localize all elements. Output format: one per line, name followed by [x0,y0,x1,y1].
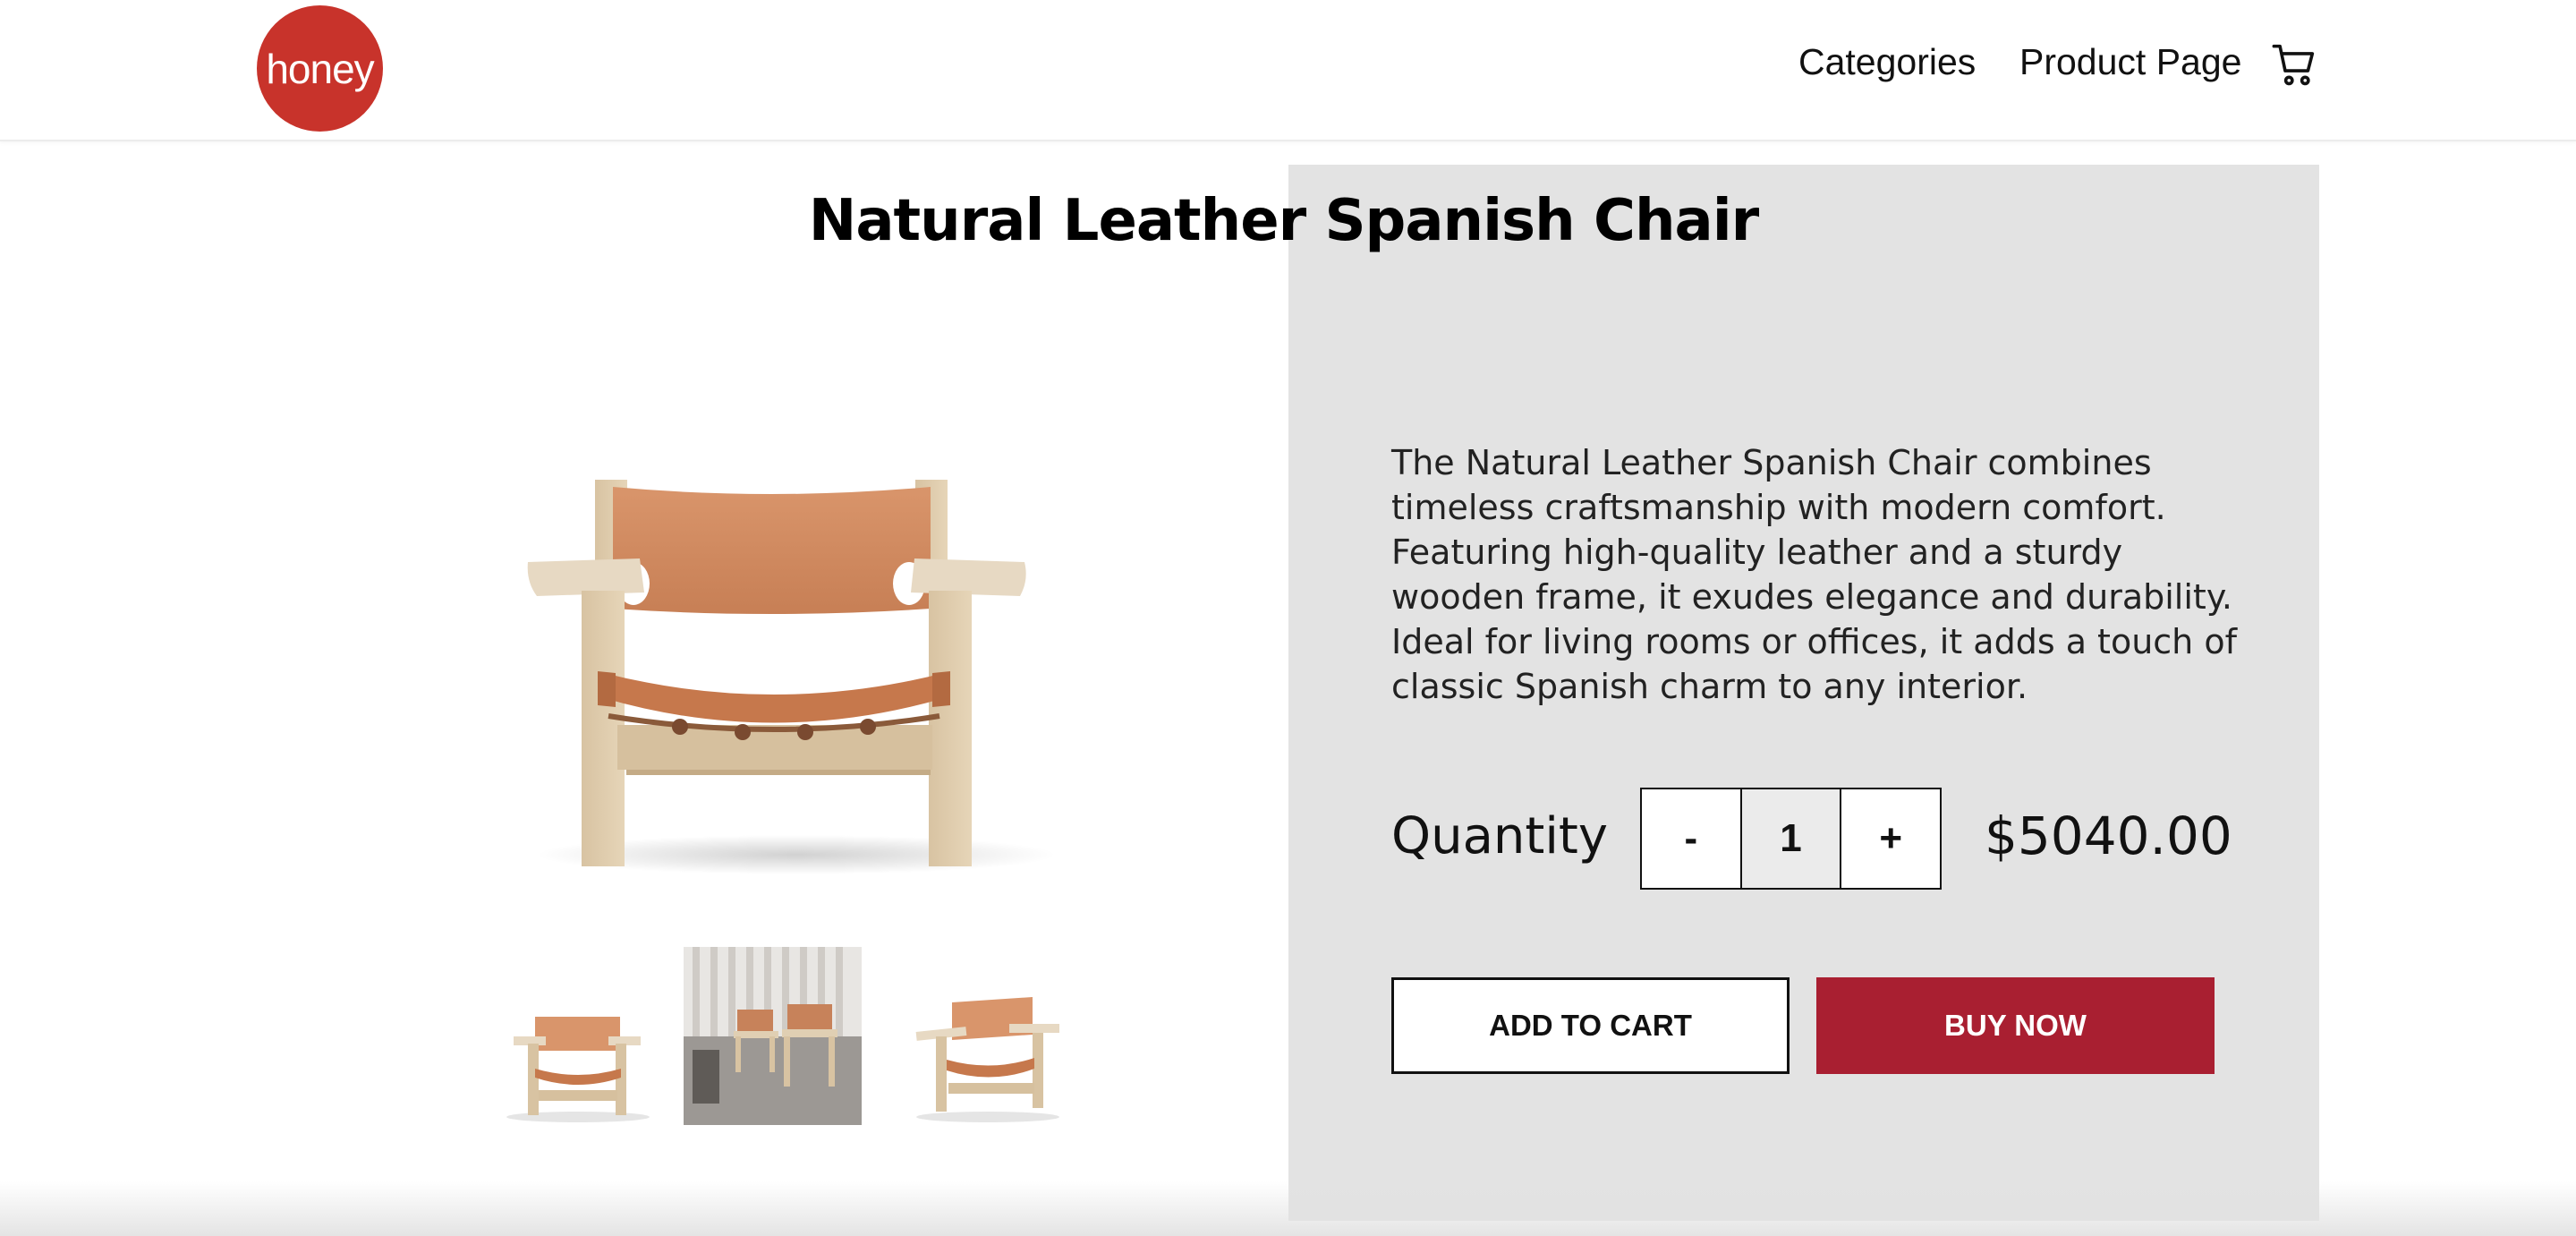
thumbnail-chair-angle[interactable] [898,947,1076,1125]
shopping-cart-icon[interactable] [2271,41,2319,90]
nav-product-page[interactable]: Product Page [2019,41,2241,83]
quantity-stepper: - 1 + [1640,788,1942,890]
logo-text: honey [266,45,374,92]
quantity-value[interactable]: 1 [1739,789,1841,888]
bottom-fade [0,1181,2576,1236]
thumbnail-chairs-room[interactable] [684,947,862,1125]
product-title-text: Natural Leather Spanish Chair [808,188,1759,254]
buy-now-button[interactable]: BUY NOW [1816,977,2215,1074]
product-description: The Natural Leather Spanish Chair combin… [1391,443,2237,706]
add-to-cart-button[interactable]: ADD TO CART [1391,977,1790,1074]
thumbnail-chair-front[interactable] [489,947,667,1125]
product-main-image [527,480,1056,874]
product-price: $5040.00 [1985,806,2232,866]
product-title: Natural Leather Spanish Chair [0,188,2576,254]
site-header: honey Categories Product Page [0,0,2576,141]
nav-categories[interactable]: Categories [1798,41,1976,83]
honey-logo[interactable]: honey [257,5,383,132]
quantity-label: Quantity [1391,807,1608,865]
quantity-increment-button[interactable]: + [1840,789,1940,888]
quantity-decrement-button[interactable]: - [1642,789,1740,888]
